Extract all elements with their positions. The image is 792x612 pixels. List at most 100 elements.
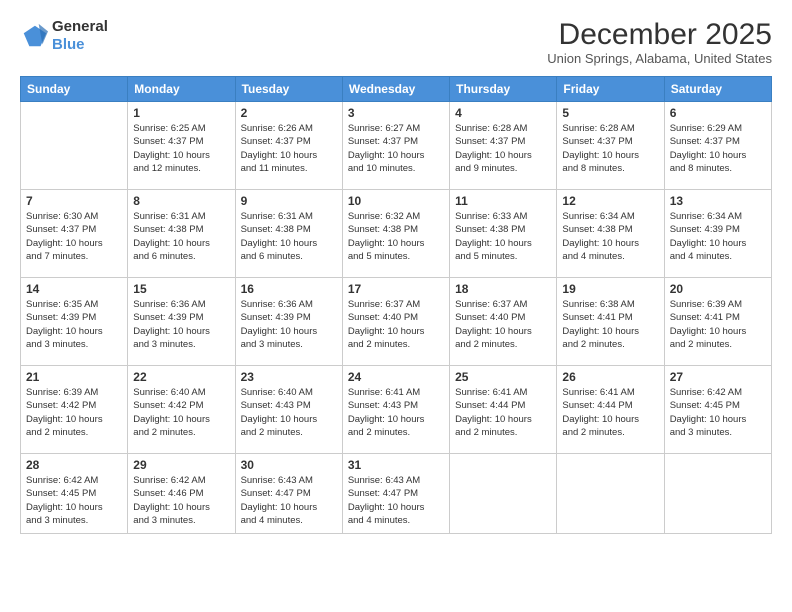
calendar-cell: 20Sunrise: 6:39 AMSunset: 4:41 PMDayligh… [664, 278, 771, 366]
calendar-week-2: 7 Sunrise: 6:30 AMSunset: 4:37 PMDaylight… [21, 190, 772, 278]
calendar-cell: 23 Sunrise: 6:40 AMSunset: 4:43 PMDayligh… [235, 366, 342, 454]
calendar-header-monday: Monday [128, 77, 235, 102]
day-info: Sunrise: 6:42 AMSunset: 4:46 PMDaylight:… [133, 474, 229, 527]
day-number: 31 [348, 458, 444, 472]
day-number: 4 [455, 106, 551, 120]
calendar-cell: 4 Sunrise: 6:28 AMSunset: 4:37 PMDaylight… [450, 102, 557, 190]
day-info: Sunrise: 6:31 AMSunset: 4:38 PMDaylight:… [241, 210, 337, 263]
day-info: Sunrise: 6:41 AMSunset: 4:44 PMDaylight:… [455, 386, 551, 439]
calendar-cell: 30 Sunrise: 6:43 AMSunset: 4:47 PMDayligh… [235, 454, 342, 534]
day-info: Sunrise: 6:37 AMSunset: 4:40 PMDaylight:… [455, 298, 551, 351]
calendar-cell: 25 Sunrise: 6:41 AMSunset: 4:44 PMDayligh… [450, 366, 557, 454]
page: General Blue December 2025 Union Springs… [0, 0, 792, 612]
day-number: 25 [455, 370, 551, 384]
day-number: 19 [562, 282, 658, 296]
calendar-cell: 5 Sunrise: 6:28 AMSunset: 4:37 PMDaylight… [557, 102, 664, 190]
day-number: 26 [562, 370, 658, 384]
day-info: Sunrise: 6:42 AMSunset: 4:45 PMDaylight:… [26, 474, 122, 527]
subtitle: Union Springs, Alabama, United States [547, 51, 772, 66]
day-info: Sunrise: 6:40 AMSunset: 4:43 PMDaylight:… [241, 386, 337, 439]
logo-text: General Blue [52, 18, 108, 54]
day-number: 30 [241, 458, 337, 472]
day-number: 15 [133, 282, 229, 296]
calendar-cell: 6Sunrise: 6:29 AMSunset: 4:37 PMDaylight… [664, 102, 771, 190]
day-info: Sunrise: 6:26 AMSunset: 4:37 PMDaylight:… [241, 122, 337, 175]
day-info: Sunrise: 6:43 AMSunset: 4:47 PMDaylight:… [348, 474, 444, 527]
day-number: 24 [348, 370, 444, 384]
day-number: 14 [26, 282, 122, 296]
day-number: 18 [455, 282, 551, 296]
day-info: Sunrise: 6:28 AMSunset: 4:37 PMDaylight:… [562, 122, 658, 175]
calendar-cell: 9 Sunrise: 6:31 AMSunset: 4:38 PMDaylight… [235, 190, 342, 278]
day-info: Sunrise: 6:34 AMSunset: 4:39 PMDaylight:… [670, 210, 766, 263]
day-info: Sunrise: 6:40 AMSunset: 4:42 PMDaylight:… [133, 386, 229, 439]
calendar-cell: 28 Sunrise: 6:42 AMSunset: 4:45 PMDayligh… [21, 454, 128, 534]
day-number: 13 [670, 194, 766, 208]
calendar-header-thursday: Thursday [450, 77, 557, 102]
header: General Blue December 2025 Union Springs… [20, 18, 772, 66]
calendar-cell: 12Sunrise: 6:34 AMSunset: 4:38 PMDayligh… [557, 190, 664, 278]
day-info: Sunrise: 6:29 AMSunset: 4:37 PMDaylight:… [670, 122, 766, 175]
calendar-cell [664, 454, 771, 534]
day-info: Sunrise: 6:32 AMSunset: 4:38 PMDaylight:… [348, 210, 444, 263]
calendar-week-4: 21 Sunrise: 6:39 AMSunset: 4:42 PMDayligh… [21, 366, 772, 454]
day-number: 29 [133, 458, 229, 472]
calendar-cell: 16 Sunrise: 6:36 AMSunset: 4:39 PMDayligh… [235, 278, 342, 366]
day-number: 23 [241, 370, 337, 384]
day-number: 7 [26, 194, 122, 208]
day-info: Sunrise: 6:43 AMSunset: 4:47 PMDaylight:… [241, 474, 337, 527]
day-number: 17 [348, 282, 444, 296]
day-info: Sunrise: 6:33 AMSunset: 4:38 PMDaylight:… [455, 210, 551, 263]
day-info: Sunrise: 6:39 AMSunset: 4:42 PMDaylight:… [26, 386, 122, 439]
calendar-cell: 27Sunrise: 6:42 AMSunset: 4:45 PMDayligh… [664, 366, 771, 454]
calendar-week-3: 14 Sunrise: 6:35 AMSunset: 4:39 PMDayligh… [21, 278, 772, 366]
day-info: Sunrise: 6:38 AMSunset: 4:41 PMDaylight:… [562, 298, 658, 351]
day-info: Sunrise: 6:41 AMSunset: 4:44 PMDaylight:… [562, 386, 658, 439]
calendar-cell: 24 Sunrise: 6:41 AMSunset: 4:43 PMDayligh… [342, 366, 449, 454]
day-info: Sunrise: 6:25 AMSunset: 4:37 PMDaylight:… [133, 122, 229, 175]
calendar-header-row: SundayMondayTuesdayWednesdayThursdayFrid… [21, 77, 772, 102]
day-info: Sunrise: 6:31 AMSunset: 4:38 PMDaylight:… [133, 210, 229, 263]
calendar-cell [450, 454, 557, 534]
calendar-cell: 7 Sunrise: 6:30 AMSunset: 4:37 PMDaylight… [21, 190, 128, 278]
calendar-cell: 31 Sunrise: 6:43 AMSunset: 4:47 PMDayligh… [342, 454, 449, 534]
calendar-table: SundayMondayTuesdayWednesdayThursdayFrid… [20, 76, 772, 534]
calendar-cell: 1 Sunrise: 6:25 AMSunset: 4:37 PMDaylight… [128, 102, 235, 190]
logo: General Blue [20, 18, 108, 54]
day-info: Sunrise: 6:30 AMSunset: 4:37 PMDaylight:… [26, 210, 122, 263]
calendar-cell: 29 Sunrise: 6:42 AMSunset: 4:46 PMDayligh… [128, 454, 235, 534]
calendar-cell: 19 Sunrise: 6:38 AMSunset: 4:41 PMDayligh… [557, 278, 664, 366]
day-number: 9 [241, 194, 337, 208]
day-number: 22 [133, 370, 229, 384]
calendar-header-sunday: Sunday [21, 77, 128, 102]
calendar-cell: 14 Sunrise: 6:35 AMSunset: 4:39 PMDayligh… [21, 278, 128, 366]
day-number: 28 [26, 458, 122, 472]
day-info: Sunrise: 6:35 AMSunset: 4:39 PMDaylight:… [26, 298, 122, 351]
calendar-cell: 15Sunrise: 6:36 AMSunset: 4:39 PMDayligh… [128, 278, 235, 366]
calendar-cell: 18 Sunrise: 6:37 AMSunset: 4:40 PMDayligh… [450, 278, 557, 366]
calendar-cell: 10Sunrise: 6:32 AMSunset: 4:38 PMDayligh… [342, 190, 449, 278]
day-info: Sunrise: 6:41 AMSunset: 4:43 PMDaylight:… [348, 386, 444, 439]
calendar-cell: 13 Sunrise: 6:34 AMSunset: 4:39 PMDayligh… [664, 190, 771, 278]
day-info: Sunrise: 6:34 AMSunset: 4:38 PMDaylight:… [562, 210, 658, 263]
calendar-cell [557, 454, 664, 534]
title-block: December 2025 Union Springs, Alabama, Un… [547, 18, 772, 66]
day-number: 1 [133, 106, 229, 120]
calendar-cell: 2 Sunrise: 6:26 AMSunset: 4:37 PMDaylight… [235, 102, 342, 190]
day-number: 8 [133, 194, 229, 208]
calendar-cell: 26 Sunrise: 6:41 AMSunset: 4:44 PMDayligh… [557, 366, 664, 454]
day-number: 16 [241, 282, 337, 296]
day-number: 21 [26, 370, 122, 384]
calendar-header-friday: Friday [557, 77, 664, 102]
calendar-header-tuesday: Tuesday [235, 77, 342, 102]
day-number: 2 [241, 106, 337, 120]
logo-icon [20, 22, 48, 50]
day-info: Sunrise: 6:39 AMSunset: 4:41 PMDaylight:… [670, 298, 766, 351]
day-info: Sunrise: 6:28 AMSunset: 4:37 PMDaylight:… [455, 122, 551, 175]
day-number: 11 [455, 194, 551, 208]
calendar-cell: 21 Sunrise: 6:39 AMSunset: 4:42 PMDayligh… [21, 366, 128, 454]
day-number: 5 [562, 106, 658, 120]
day-info: Sunrise: 6:36 AMSunset: 4:39 PMDaylight:… [241, 298, 337, 351]
calendar-header-saturday: Saturday [664, 77, 771, 102]
calendar-week-1: 1 Sunrise: 6:25 AMSunset: 4:37 PMDaylight… [21, 102, 772, 190]
